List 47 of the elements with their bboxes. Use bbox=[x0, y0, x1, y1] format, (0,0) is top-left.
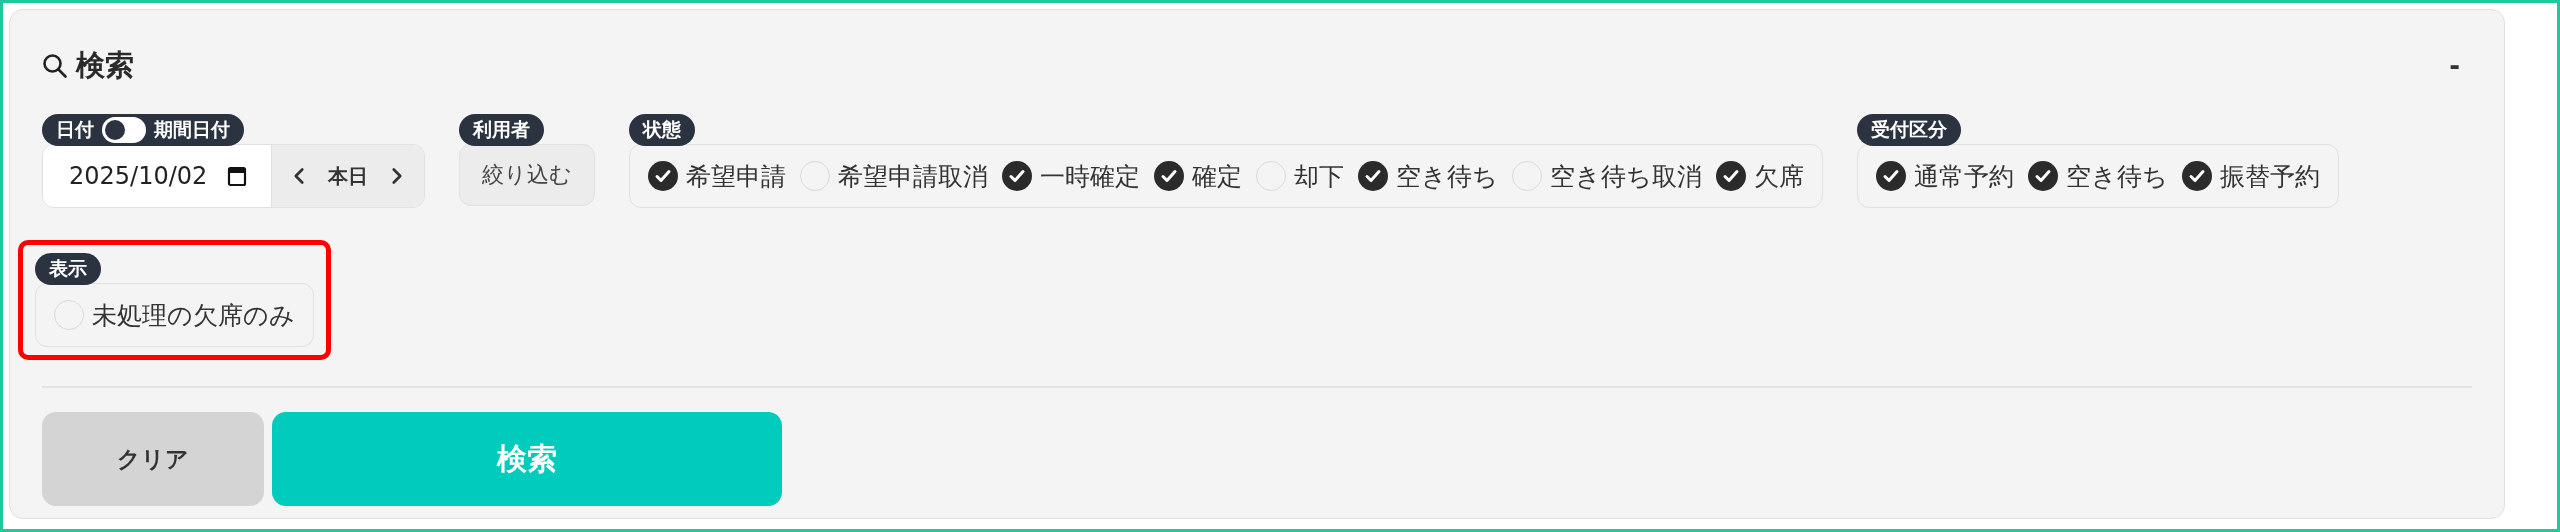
panel-title: 検索 bbox=[76, 47, 134, 84]
date-mode-toggle[interactable]: 日付 期間日付 bbox=[42, 114, 244, 146]
option-label[interactable]: 却下 bbox=[1294, 159, 1345, 193]
option-label[interactable]: 通常予約 bbox=[1914, 159, 2015, 193]
option-label[interactable]: 空き待ち bbox=[1396, 159, 1499, 193]
unchecked-checkbox[interactable] bbox=[800, 161, 831, 191]
clear-button[interactable]: クリア bbox=[42, 412, 264, 506]
toggle-switch[interactable] bbox=[102, 117, 146, 143]
checked-checkbox[interactable] bbox=[1876, 161, 1907, 191]
checked-checkbox[interactable] bbox=[1358, 161, 1389, 191]
toggle-label: 日付 bbox=[56, 117, 94, 142]
option-label[interactable]: 欠席 bbox=[1754, 159, 1805, 193]
checkmark-icon bbox=[1364, 167, 1383, 185]
checked-checkbox[interactable] bbox=[1716, 161, 1747, 191]
unchecked-checkbox[interactable] bbox=[1512, 161, 1543, 191]
group-label: 表示 bbox=[35, 253, 101, 285]
option-label[interactable]: 一時確定 bbox=[1040, 159, 1141, 193]
unchecked-checkbox[interactable] bbox=[54, 300, 84, 330]
search-icon bbox=[42, 53, 68, 79]
option-label[interactable]: 振替予約 bbox=[2220, 159, 2321, 193]
checkmark-icon bbox=[654, 167, 673, 185]
checkmark-icon bbox=[2034, 167, 2053, 185]
group-label: 利用者 bbox=[459, 114, 545, 146]
option-label[interactable]: 未処理の欠席のみ bbox=[92, 298, 295, 332]
option-label[interactable]: 希望申請 bbox=[686, 159, 787, 193]
date-field[interactable]: 2025/10/02 bbox=[43, 145, 273, 207]
checkmark-icon bbox=[2188, 167, 2207, 185]
option-label[interactable]: 空き待ち bbox=[2066, 159, 2169, 193]
checkmark-icon bbox=[1008, 167, 1027, 185]
checked-checkbox[interactable] bbox=[2182, 161, 2213, 191]
checked-checkbox[interactable] bbox=[1154, 161, 1185, 191]
checked-checkbox[interactable] bbox=[2028, 161, 2059, 191]
toggle-label: 期間日付 bbox=[154, 117, 230, 142]
calendar-icon[interactable] bbox=[227, 165, 248, 187]
option-label[interactable]: 確定 bbox=[1192, 159, 1243, 193]
option-label[interactable]: 空き待ち取消 bbox=[1550, 159, 1703, 193]
group-label: 状態 bbox=[629, 114, 696, 146]
checkmark-icon bbox=[1160, 167, 1179, 185]
checkmark-icon bbox=[1722, 167, 1741, 185]
checked-checkbox[interactable] bbox=[648, 161, 679, 191]
collapse-button[interactable]: - bbox=[2449, 51, 2460, 81]
unchecked-checkbox[interactable] bbox=[1256, 161, 1287, 191]
checked-checkbox[interactable] bbox=[1002, 161, 1033, 191]
filter-button[interactable]: 絞り込む bbox=[459, 144, 596, 206]
option-label[interactable]: 希望申請取消 bbox=[838, 159, 989, 193]
group-label: 受付区分 bbox=[1857, 114, 1962, 146]
checkmark-icon bbox=[1882, 167, 1901, 185]
